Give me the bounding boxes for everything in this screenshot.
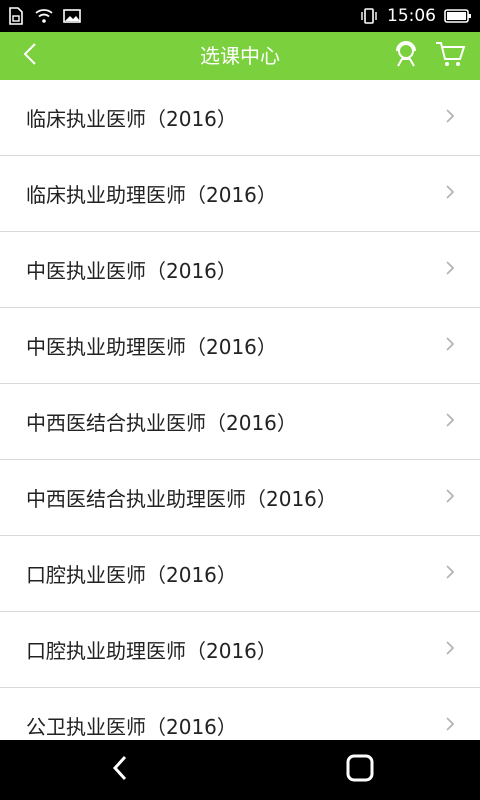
- sim-icon: [6, 6, 26, 26]
- nav-back-icon: [110, 754, 130, 786]
- list-item[interactable]: 中西医结合执业医师（2016）: [0, 384, 480, 460]
- chevron-right-icon: [442, 640, 458, 660]
- list-item-label: 口腔执业助理医师（2016）: [26, 639, 277, 663]
- list-item-label: 口腔执业医师（2016）: [26, 563, 237, 587]
- image-icon: [62, 6, 82, 26]
- chevron-right-icon: [442, 564, 458, 584]
- list-item-label: 中医执业助理医师（2016）: [26, 335, 277, 359]
- list-item[interactable]: 口腔执业助理医师（2016）: [0, 612, 480, 688]
- customer-service-icon: [391, 39, 421, 73]
- battery-icon: [444, 6, 472, 26]
- status-left: [0, 6, 82, 26]
- chevron-right-icon: [442, 184, 458, 204]
- chevron-right-icon: [442, 108, 458, 128]
- chevron-right-icon: [442, 412, 458, 432]
- list-item[interactable]: 临床执业医师（2016）: [0, 80, 480, 156]
- list-item-label: 临床执业助理医师（2016）: [26, 183, 277, 207]
- list-item-label: 中医执业医师（2016）: [26, 259, 237, 283]
- nav-back-button[interactable]: [90, 746, 150, 794]
- system-nav-bar: [0, 740, 480, 800]
- list-item-label: 中西医结合执业助理医师（2016）: [26, 487, 337, 511]
- nav-home-icon: [345, 753, 375, 787]
- app-bar: 选课中心: [0, 32, 480, 80]
- back-icon: [21, 42, 39, 70]
- list-item[interactable]: 临床执业助理医师（2016）: [0, 156, 480, 232]
- course-list: 临床执业医师（2016） 临床执业助理医师（2016） 中医执业医师（2016）…: [0, 80, 480, 740]
- customer-service-button[interactable]: [388, 38, 424, 74]
- list-item[interactable]: 中医执业医师（2016）: [0, 232, 480, 308]
- status-time: 15:06: [387, 6, 436, 26]
- list-item-label: 公卫执业医师（2016）: [26, 715, 237, 739]
- app-bar-actions: [388, 38, 480, 74]
- cart-button[interactable]: [432, 38, 468, 74]
- list-item-label: 临床执业医师（2016）: [26, 107, 237, 131]
- chevron-right-icon: [442, 716, 458, 736]
- vibrate-icon: [359, 6, 379, 26]
- chevron-right-icon: [442, 488, 458, 508]
- cart-icon: [434, 39, 466, 73]
- chevron-right-icon: [442, 260, 458, 280]
- chevron-right-icon: [442, 336, 458, 356]
- wifi-icon: [34, 6, 54, 26]
- status-bar: 15:06: [0, 0, 480, 32]
- status-right: 15:06: [359, 6, 480, 26]
- list-item-label: 中西医结合执业医师（2016）: [26, 411, 297, 435]
- list-item[interactable]: 公卫执业医师（2016）: [0, 688, 480, 740]
- nav-home-button[interactable]: [330, 746, 390, 794]
- list-item[interactable]: 中医执业助理医师（2016）: [0, 308, 480, 384]
- list-item[interactable]: 中西医结合执业助理医师（2016）: [0, 460, 480, 536]
- back-button[interactable]: [0, 32, 60, 80]
- list-item[interactable]: 口腔执业医师（2016）: [0, 536, 480, 612]
